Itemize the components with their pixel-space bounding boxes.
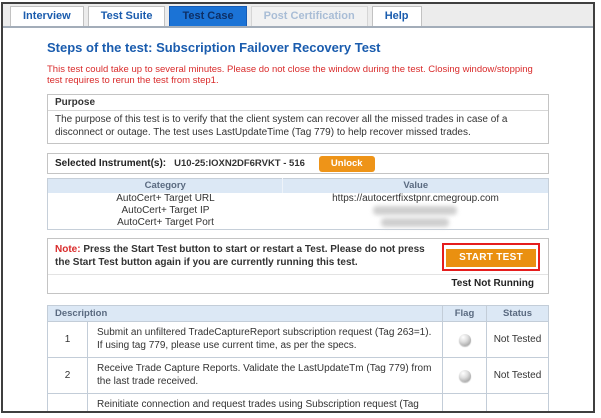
table-row: AutoCert+ Target IP — [48, 205, 549, 217]
steps-table: Description Flag Status 1 Submit an unfi… — [47, 305, 549, 413]
flag-status-icon — [459, 412, 471, 413]
config-header-value: Value — [283, 179, 549, 194]
config-table: Category Value AutoCert+ Target URL http… — [47, 178, 549, 230]
config-value-redacted — [283, 217, 549, 230]
step-description: Reinitiate connection and request trades… — [88, 394, 443, 414]
start-test-button[interactable]: START TEST — [446, 249, 536, 267]
steps-header-description: Description — [48, 306, 443, 322]
step-flag-cell — [443, 358, 487, 394]
config-table-header-row: Category Value — [48, 179, 549, 194]
config-value-redacted — [283, 205, 549, 217]
start-test-highlight: START TEST — [442, 243, 540, 271]
step-status: Not Tested — [487, 322, 549, 358]
tab-test-case[interactable]: Test Case — [169, 6, 246, 26]
step-number: 1 — [48, 322, 88, 358]
config-category: AutoCert+ Target Port — [48, 217, 283, 230]
table-row: 3 Reinitiate connection and request trad… — [48, 394, 549, 414]
run-status-text: Test Not Running — [48, 275, 548, 293]
step-number: 3 — [48, 394, 88, 414]
step-description: Submit an unfiltered TradeCaptureReport … — [88, 322, 443, 358]
config-value: https://autocertfixstpnr.cmegroup.com — [283, 193, 549, 205]
step-flag-cell — [443, 394, 487, 414]
table-row: 1 Submit an unfiltered TradeCaptureRepor… — [48, 322, 549, 358]
tab-help[interactable]: Help — [372, 6, 422, 26]
selected-instrument-value: U10-25:IOXN2DF6RVKT - 516 — [174, 158, 305, 169]
note-row: Note: Press the Start Test button to sta… — [48, 239, 548, 275]
page-title: Steps of the test: Subscription Failover… — [47, 40, 549, 55]
note-body: Press the Start Test button to start or … — [55, 244, 425, 268]
purpose-box: Purpose The purpose of this test is to v… — [47, 94, 549, 144]
flag-status-icon — [459, 370, 471, 382]
step-description: Receive Trade Capture Reports. Validate … — [88, 358, 443, 394]
step-number: 2 — [48, 358, 88, 394]
selected-instrument-label: Selected Instrument(s): — [55, 158, 166, 169]
step-status: Not Tested — [487, 394, 549, 414]
config-category: AutoCert+ Target URL — [48, 193, 283, 205]
warning-text: This test could take up to several minut… — [47, 64, 549, 86]
app-window: Interview Test Suite Test Case Post Cert… — [1, 2, 595, 413]
config-category: AutoCert+ Target IP — [48, 205, 283, 217]
redacted-value-blur — [381, 218, 449, 227]
redacted-value-blur — [373, 206, 457, 215]
step-status: Not Tested — [487, 358, 549, 394]
note-box: Note: Press the Start Test button to sta… — [47, 238, 549, 294]
table-row: 2 Receive Trade Capture Reports. Validat… — [48, 358, 549, 394]
note-text: Note: Press the Start Test button to sta… — [48, 239, 442, 274]
tab-test-suite[interactable]: Test Suite — [88, 6, 166, 26]
main-content: Steps of the test: Subscription Failover… — [3, 40, 593, 413]
step-flag-cell — [443, 322, 487, 358]
flag-status-icon — [459, 334, 471, 346]
steps-header-row: Description Flag Status — [48, 306, 549, 322]
note-label: Note: — [55, 244, 81, 255]
steps-header-flag: Flag — [443, 306, 487, 322]
unlock-button[interactable]: Unlock — [319, 156, 375, 172]
purpose-heading: Purpose — [48, 95, 548, 111]
table-row: AutoCert+ Target URL https://autocertfix… — [48, 193, 549, 205]
tab-bar: Interview Test Suite Test Case Post Cert… — [3, 4, 593, 28]
tab-interview[interactable]: Interview — [10, 6, 84, 26]
tab-post-certification: Post Certification — [251, 6, 368, 26]
steps-header-status: Status — [487, 306, 549, 322]
table-row: AutoCert+ Target Port — [48, 217, 549, 230]
purpose-body: The purpose of this test is to verify th… — [48, 111, 548, 143]
config-header-category: Category — [48, 179, 283, 194]
selected-instrument-box: Selected Instrument(s): U10-25:IOXN2DF6R… — [47, 153, 549, 174]
